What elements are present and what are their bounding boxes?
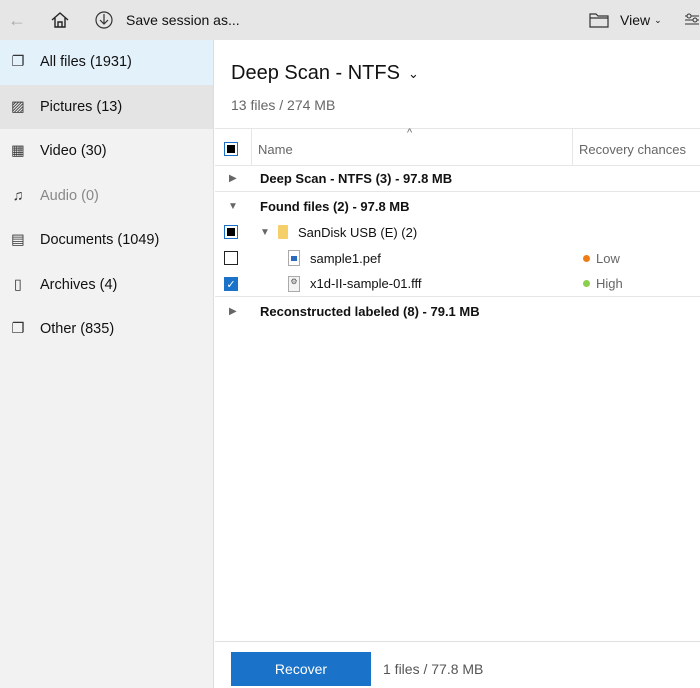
- row-checkbox[interactable]: [224, 225, 238, 239]
- settings-button[interactable]: [684, 0, 700, 40]
- table-row[interactable]: ▼ Found files (2) - 97.8 MB: [215, 193, 700, 219]
- scan-summary: 13 files / 274 MB: [231, 97, 336, 113]
- sidebar-item-label: Pictures (13): [40, 98, 123, 115]
- recovery-chance: High: [583, 276, 623, 291]
- column-header-recovery[interactable]: Recovery chances: [579, 142, 686, 157]
- sidebar-item-all-files[interactable]: ❐ All files (1931): [0, 40, 213, 85]
- folder-button[interactable]: [589, 0, 609, 40]
- sidebar-item-audio[interactable]: ♫ Audio (0): [0, 174, 213, 219]
- recover-button[interactable]: Recover: [231, 652, 371, 686]
- status-dot: [583, 280, 590, 287]
- sidebar-item-documents[interactable]: ▤ Documents (1049): [0, 218, 213, 263]
- video-icon: ▦: [11, 143, 25, 160]
- collapse-icon[interactable]: ▼: [260, 227, 270, 238]
- arrow-left-icon: ←: [8, 9, 26, 30]
- select-all-checkbox[interactable]: [224, 142, 238, 156]
- table-row[interactable]: ▶ Reconstructed labeled (8) - 79.1 MB: [215, 298, 700, 324]
- expand-icon[interactable]: ▶: [229, 173, 237, 184]
- table-row[interactable]: sample1.pef Low: [215, 245, 700, 271]
- back-button[interactable]: ←: [8, 0, 26, 40]
- scan-title-dropdown[interactable]: Deep Scan - NTFS ⌄: [231, 62, 419, 85]
- file-name: x1d-II-sample-01.fff: [310, 276, 422, 291]
- sidebar: ❐ All files (1931) ▨ Pictures (13) ▦ Video …: [0, 40, 214, 688]
- folder-label: SanDisk USB (E) (2): [298, 224, 418, 240]
- sidebar-item-video[interactable]: ▦ Video (30): [0, 129, 213, 174]
- row-checkbox[interactable]: [224, 251, 238, 265]
- sidebar-item-archives[interactable]: ▯ Archives (4): [0, 263, 213, 308]
- table-row[interactable]: ▼ SanDisk USB (E) (2): [215, 219, 700, 245]
- expand-icon[interactable]: ▶: [229, 306, 237, 317]
- table-header: ^ Name Recovery chances: [215, 127, 700, 166]
- column-header-name[interactable]: Name: [258, 142, 293, 157]
- sidebar-item-other[interactable]: ❐ Other (835): [0, 307, 213, 352]
- collapse-icon[interactable]: ▼: [228, 201, 238, 212]
- all-files-icon: ❐: [11, 54, 25, 71]
- audio-icon: ♫: [12, 187, 24, 204]
- other-icon: ❐: [11, 321, 25, 338]
- selection-summary: 1 files / 77.8 MB: [383, 661, 484, 677]
- sidebar-item-label: Archives (4): [40, 276, 118, 293]
- file-list-panel: Deep Scan - NTFS ⌄ 13 files / 274 MB ^ Na…: [215, 40, 700, 640]
- raw-file-icon: ⚙: [288, 275, 300, 292]
- table-row[interactable]: ✓ ⚙ x1d-II-sample-01.fff High: [215, 271, 700, 297]
- sidebar-item-pictures[interactable]: ▨ Pictures (13): [0, 84, 213, 129]
- sidebar-item-label: Other (835): [40, 321, 115, 338]
- toolbar: ← Save session as... View ⌄: [0, 0, 700, 40]
- download-icon: [95, 11, 113, 29]
- footer-bar: Recover 1 files / 77.8 MB: [215, 641, 700, 688]
- view-label: View: [620, 12, 651, 28]
- sort-ascending-icon[interactable]: ^: [407, 127, 412, 139]
- sidebar-item-label: Audio (0): [40, 187, 99, 204]
- group-label: Found files (2) - 97.8 MB: [260, 198, 410, 214]
- sidebar-item-label: All files (1931): [40, 54, 132, 71]
- sidebar-item-label: Documents (1049): [40, 232, 160, 249]
- pictures-icon: ▨: [11, 98, 25, 115]
- documents-icon: ▤: [11, 232, 25, 249]
- folder-icon: [278, 225, 288, 239]
- home-icon: [51, 12, 69, 28]
- view-dropdown[interactable]: View ⌄: [620, 0, 662, 40]
- recovery-chance-label: Low: [596, 250, 620, 266]
- file-name: sample1.pef: [310, 250, 381, 266]
- status-dot: [583, 254, 590, 262]
- sidebar-item-label: Video (30): [40, 143, 107, 160]
- chevron-down-icon: ⌄: [654, 14, 662, 25]
- group-label: Reconstructed labeled (8) - 79.1 MB: [260, 303, 480, 319]
- archives-icon: ▯: [14, 276, 22, 293]
- image-file-icon: [288, 250, 300, 266]
- page-title: Deep Scan - NTFS: [231, 62, 400, 84]
- recovery-chance-label: High: [596, 276, 623, 291]
- save-session-button[interactable]: Save session as...: [94, 0, 240, 40]
- table-row[interactable]: ▶ Deep Scan - NTFS (3) - 97.8 MB: [215, 166, 700, 192]
- home-button[interactable]: [50, 0, 70, 40]
- recovery-chance: Low: [583, 251, 620, 266]
- chevron-down-icon: ⌄: [407, 65, 419, 81]
- row-checkbox[interactable]: ✓: [224, 277, 238, 291]
- save-session-label: Save session as...: [126, 12, 240, 28]
- folder-icon: [589, 13, 609, 28]
- group-label: Deep Scan - NTFS (3) - 97.8 MB: [260, 171, 453, 186]
- sliders-icon: [685, 13, 699, 25]
